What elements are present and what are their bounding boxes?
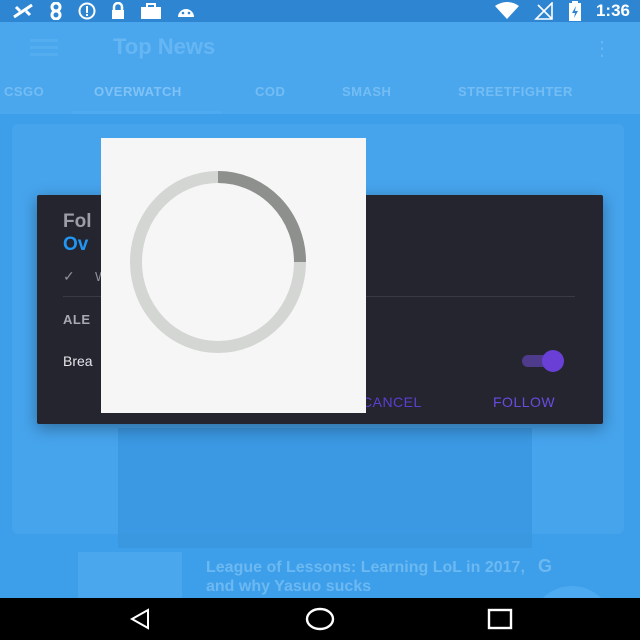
navigation-bar [0, 598, 640, 640]
page-title: Top News [113, 34, 216, 59]
back-icon[interactable] [128, 608, 152, 630]
lock-icon [112, 2, 124, 19]
article-title[interactable]: League of Lessons: Learning LoL in 2017,… [206, 558, 546, 596]
status-bar: 1:36 [0, 0, 640, 22]
battery-charging-icon [568, 1, 581, 21]
info-icon [78, 2, 96, 20]
check-icon[interactable]: ✓ [63, 268, 75, 285]
tab-streetfighter[interactable]: STREETFIGHTER [458, 84, 573, 99]
article-thumbnail[interactable] [78, 552, 182, 598]
menu-icon[interactable] [30, 39, 58, 60]
recents-icon[interactable] [487, 608, 513, 630]
source-badge: G [538, 556, 553, 576]
cancel-button[interactable]: CANCEL [362, 394, 422, 410]
tab-csgo[interactable]: CSGO [4, 84, 44, 99]
more-options-icon[interactable]: ⋮ [592, 36, 612, 61]
category-tabs: CSGO OVERWATCH COD SMASH STREETFIGHTER [0, 74, 640, 114]
tab-overwatch[interactable]: OVERWATCH [94, 84, 182, 99]
app-8-icon [50, 2, 62, 20]
app-bar: Top News ⋮ [0, 22, 640, 74]
status-time: 1:36 [595, 1, 630, 20]
tab-cod[interactable]: COD [255, 84, 285, 99]
breaking-news-toggle[interactable] [520, 350, 572, 372]
android-icon [178, 9, 194, 17]
briefcase-icon [141, 2, 161, 19]
follow-button[interactable]: FOLLOW [493, 394, 555, 410]
wifi-icon [494, 2, 519, 19]
loading-spinner [130, 171, 306, 353]
loading-overlay [101, 138, 366, 413]
breaking-news-label: Brea [63, 353, 93, 369]
toggle-thumb [542, 350, 564, 372]
dialog-title: Fol [63, 211, 92, 232]
article-image [118, 428, 532, 548]
dialog-subtitle: Ov [63, 234, 89, 255]
alerts-section-label: ALE [63, 312, 91, 327]
tab-smash[interactable]: SMASH [342, 84, 391, 99]
satellite-icon [13, 3, 33, 19]
home-icon[interactable] [305, 606, 335, 632]
no-signal-icon [534, 2, 553, 20]
